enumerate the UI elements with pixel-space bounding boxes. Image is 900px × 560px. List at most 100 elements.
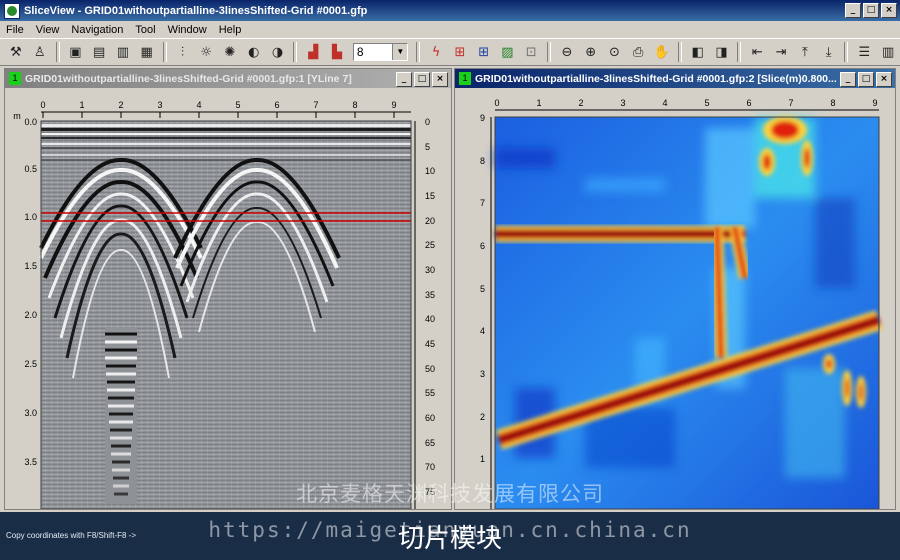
print-icon[interactable]: ⎙: [628, 42, 648, 62]
menu-bar: File View Navigation Tool Window Help: [0, 21, 900, 38]
y-tick-label: 65: [425, 438, 435, 448]
grid-red-icon[interactable]: ⊞: [450, 42, 470, 62]
bar-chart-icon[interactable]: ▟: [303, 42, 323, 62]
hand-icon[interactable]: ✋: [652, 42, 672, 62]
x-tick-label: 6: [746, 98, 751, 108]
grid-blue-icon[interactable]: ⊞: [474, 42, 494, 62]
columns-icon[interactable]: ▥: [878, 42, 898, 62]
contrast-alt-icon[interactable]: ◑: [268, 42, 288, 62]
app-globe-icon: [4, 2, 20, 19]
watermark-caption: 切片模块: [397, 524, 502, 554]
close-button[interactable]: ×: [876, 72, 892, 87]
watermark-company: 北京麦格天渊科技发展有限公司: [296, 482, 604, 506]
y-tick-label: 4: [480, 326, 485, 336]
slice-window[interactable]: 1 GRID01withoutpartialline-3linesShifted…: [454, 68, 896, 510]
y-tick-label: 0.0: [24, 117, 37, 127]
y-tick-label: 1: [480, 454, 485, 464]
y-tick-label: 9: [480, 113, 485, 123]
y-tick-label: 55: [425, 388, 435, 398]
rows-icon[interactable]: ☰: [854, 42, 874, 62]
y-tick-label: 70: [425, 462, 435, 472]
toolbar-separator: [293, 42, 298, 62]
x-tick-label: 6: [274, 100, 279, 110]
profile-window[interactable]: 1 GRID01withoutpartialline-3linesShifted…: [4, 68, 452, 510]
zoom-fit-icon[interactable]: ⊙: [605, 42, 625, 62]
slice-window-title: GRID01withoutpartialline-3linesShifted-G…: [475, 72, 837, 85]
y-tick-label: 45: [425, 339, 435, 349]
x-tick-label: 2: [578, 98, 583, 108]
y-tick-label: 1.0: [24, 212, 37, 222]
x-tick-label: 4: [196, 100, 201, 110]
maximize-button[interactable]: □: [858, 72, 874, 87]
y-tick-label: 2.5: [24, 359, 37, 369]
maximize-button[interactable]: □: [863, 3, 879, 18]
y-tick-label: 3: [480, 369, 485, 379]
y-tick-label: 3.0: [24, 408, 37, 418]
minimize-button[interactable]: _: [840, 72, 856, 87]
sliders-icon[interactable]: ⫶: [173, 42, 193, 62]
x-tick-label: 5: [704, 98, 709, 108]
sun-icon[interactable]: ☼: [196, 42, 216, 62]
cube-icon[interactable]: ◧: [688, 42, 708, 62]
cube-alt-icon[interactable]: ◨: [712, 42, 732, 62]
level-combo-value: 8: [356, 45, 364, 59]
export-icon[interactable]: ▨: [498, 42, 518, 62]
x-tick-label: 1: [79, 100, 84, 110]
y-tick-label: 8: [480, 156, 485, 166]
menu-tool[interactable]: Tool: [129, 24, 161, 36]
zoom-in-icon[interactable]: ⊕: [581, 42, 601, 62]
menu-file[interactable]: File: [0, 24, 30, 36]
profile-plot[interactable]: 0 1 2 3 4 5 6 7 8 9 m 0.0 0.5 1.0 1.5 2.…: [5, 88, 451, 509]
minimize-button[interactable]: _: [396, 72, 412, 87]
x-tick-label: 3: [620, 98, 625, 108]
save-icon[interactable]: ▣: [66, 42, 86, 62]
layers-alt-icon[interactable]: ▥: [113, 42, 133, 62]
hyperbola-left-tail: [105, 328, 137, 503]
x-tick-label: 1: [536, 98, 541, 108]
profile-window-title: GRID01withoutpartialline-3linesShifted-G…: [25, 72, 352, 85]
bottom-icon[interactable]: ⤓: [819, 42, 839, 62]
maximize-button[interactable]: □: [414, 72, 430, 87]
menu-help[interactable]: Help: [213, 24, 248, 36]
slice-plot[interactable]: 0 1 2 3 4 5 6 7 8 9 9 8 7 6 5 4 3 2 1: [455, 88, 895, 509]
x-tick-label: 7: [313, 100, 318, 110]
contrast-icon[interactable]: ◐: [244, 42, 264, 62]
first-icon[interactable]: ⇤: [747, 42, 767, 62]
toolbar-separator: [844, 42, 849, 62]
menu-navigation[interactable]: Navigation: [65, 24, 129, 36]
y-tick-label: 40: [425, 314, 435, 324]
y-tick-label: 6: [480, 241, 485, 251]
x-tick-label: 4: [662, 98, 667, 108]
app-titlebar: SliceView - GRID01withoutpartialline-3li…: [0, 0, 900, 21]
layers-icon[interactable]: ▤: [89, 42, 109, 62]
lightning-icon[interactable]: ϟ: [426, 42, 446, 62]
x-tick-label: 3: [157, 100, 162, 110]
profile-window-titlebar: 1 GRID01withoutpartialline-3linesShifted…: [5, 69, 451, 88]
x-tick-label: 8: [830, 98, 835, 108]
tools-icon[interactable]: ⚒: [6, 42, 26, 62]
y-tick-label: 50: [425, 364, 435, 374]
person-icon[interactable]: ♙: [30, 42, 50, 62]
x-tick-label: 2: [118, 100, 123, 110]
stack-icon[interactable]: ▦: [137, 42, 157, 62]
zoom-out-icon[interactable]: ⊖: [557, 42, 577, 62]
level-combo[interactable]: 8 ▼: [352, 43, 409, 61]
top-icon[interactable]: ⤒: [795, 42, 815, 62]
toolbar-separator: [547, 42, 552, 62]
y-tick-label: 25: [425, 240, 435, 250]
sun-alt-icon[interactable]: ✺: [220, 42, 240, 62]
menu-view[interactable]: View: [30, 24, 66, 36]
bar-chart-alt-icon[interactable]: ▙: [327, 42, 347, 62]
x-tick-label: 9: [872, 98, 877, 108]
y-tick-label: 5: [425, 142, 430, 152]
close-button[interactable]: ×: [432, 72, 448, 87]
minimize-button[interactable]: _: [845, 3, 861, 18]
toolbar: ⚒ ♙ ▣ ▤ ▥ ▦ ⫶ ☼ ✺ ◐ ◑ ▟ ▙ 8 ▼ ϟ ⊞ ⊞ ▨ ⊡ …: [0, 38, 900, 66]
fd-icon[interactable]: ⊡: [521, 42, 541, 62]
close-button[interactable]: ×: [881, 3, 897, 18]
unit-label: m: [13, 111, 21, 121]
y-tick-label: 0.5: [24, 164, 37, 174]
chevron-down-icon[interactable]: ▼: [392, 44, 408, 60]
menu-window[interactable]: Window: [162, 24, 213, 36]
last-icon[interactable]: ⇥: [771, 42, 791, 62]
